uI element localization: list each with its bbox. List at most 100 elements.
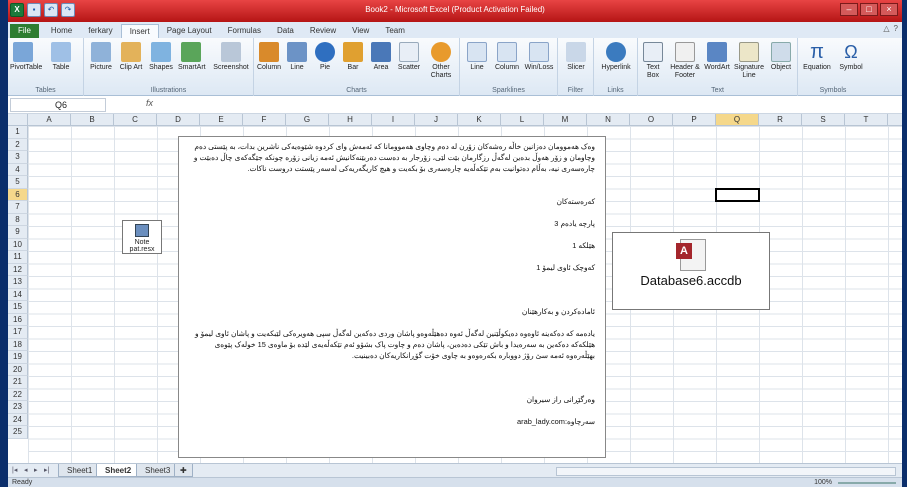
row-header[interactable]: 21	[8, 376, 28, 389]
zoom-slider[interactable]	[838, 482, 896, 484]
area-chart-button[interactable]: Area	[368, 42, 394, 72]
column-header[interactable]: B	[71, 114, 114, 126]
column-header[interactable]: E	[200, 114, 243, 126]
smartart-button[interactable]: SmartArt	[178, 42, 206, 72]
first-sheet-icon[interactable]: |◂	[12, 466, 17, 474]
pivottable-button[interactable]: PivotTable	[10, 42, 42, 72]
insert-sheet-icon[interactable]: ✚	[174, 464, 193, 477]
row-header[interactable]: 8	[8, 213, 28, 226]
column-header[interactable]: H	[329, 114, 372, 126]
column-header[interactable]: C	[114, 114, 157, 126]
last-sheet-icon[interactable]: ▸|	[44, 466, 49, 474]
prev-sheet-icon[interactable]: ◂	[24, 466, 28, 474]
tab-sheet2[interactable]: Sheet2	[96, 464, 141, 477]
row-header[interactable]: 10	[8, 238, 28, 251]
line-chart-button[interactable]: Line	[284, 42, 310, 72]
next-sheet-icon[interactable]: ▸	[34, 466, 38, 474]
row-header[interactable]: 11	[8, 251, 28, 264]
row-header[interactable]: 18	[8, 338, 28, 351]
column-header[interactable]: T	[845, 114, 888, 126]
column-header[interactable]: O	[630, 114, 673, 126]
column-header[interactable]: M	[544, 114, 587, 126]
column-header[interactable]: Q	[716, 114, 759, 126]
row-header[interactable]: 17	[8, 326, 28, 339]
maximize-icon[interactable]: □	[860, 3, 878, 16]
scatter-chart-button[interactable]: Scatter	[396, 42, 422, 72]
textbox-button[interactable]: Text Box	[640, 42, 666, 80]
embedded-file-note[interactable]: Note pat.resx	[122, 220, 162, 254]
minimize-ribbon-icon[interactable]: △	[883, 24, 889, 33]
column-header[interactable]: K	[458, 114, 501, 126]
row-header[interactable]: 13	[8, 276, 28, 289]
header-footer-button[interactable]: Header & Footer	[668, 42, 702, 80]
slicer-button[interactable]: Slicer	[563, 42, 589, 72]
clipart-button[interactable]: Clip Art	[118, 42, 144, 72]
sparkline-line-button[interactable]: Line	[464, 42, 490, 72]
row-header[interactable]: 4	[8, 163, 28, 176]
row-header[interactable]: 14	[8, 288, 28, 301]
row-header[interactable]: 5	[8, 176, 28, 189]
winloss-button[interactable]: Win/Loss	[524, 42, 554, 72]
tab-formulas[interactable]: Formulas	[220, 24, 269, 38]
other-charts-button[interactable]: Other Charts	[426, 42, 456, 80]
column-header[interactable]: A	[28, 114, 71, 126]
sparkline-column-button[interactable]: Column	[494, 42, 520, 72]
row-header[interactable]: 15	[8, 301, 28, 314]
row-header[interactable]: 24	[8, 413, 28, 426]
row-header[interactable]: 3	[8, 151, 28, 164]
zoom-level[interactable]: 100%	[814, 478, 832, 487]
tab-data[interactable]: Data	[269, 24, 302, 38]
minimize-icon[interactable]: –	[840, 3, 858, 16]
tab-home[interactable]: Home	[43, 24, 80, 38]
tab-sheet3[interactable]: Sheet3	[136, 464, 180, 477]
column-header[interactable]: R	[759, 114, 802, 126]
row-header[interactable]: 12	[8, 263, 28, 276]
name-box[interactable]: Q6	[10, 98, 106, 112]
equation-button[interactable]: π Equation	[800, 42, 834, 72]
column-header[interactable]: S	[802, 114, 845, 126]
row-header[interactable]: 7	[8, 201, 28, 214]
row-header[interactable]: 19	[8, 351, 28, 364]
row-header[interactable]: 23	[8, 401, 28, 414]
bar-chart-button[interactable]: Bar	[340, 42, 366, 72]
shapes-button[interactable]: Shapes	[148, 42, 174, 72]
tab-ferkary[interactable]: ferkary	[80, 24, 120, 38]
close-icon[interactable]: ×	[880, 3, 898, 16]
tab-review[interactable]: Review	[302, 24, 344, 38]
column-header[interactable]: N	[587, 114, 630, 126]
embedded-file-database[interactable]: A Database6.accdb	[612, 232, 770, 310]
column-header[interactable]: P	[673, 114, 716, 126]
wordart-button[interactable]: WordArt	[704, 42, 730, 72]
row-header[interactable]: 25	[8, 426, 28, 439]
column-header[interactable]: F	[243, 114, 286, 126]
column-header[interactable]: D	[157, 114, 200, 126]
column-header[interactable]: U	[888, 114, 902, 126]
tab-sheet1[interactable]: Sheet1	[58, 464, 102, 477]
row-header[interactable]: 16	[8, 313, 28, 326]
table-button[interactable]: Table	[48, 42, 74, 72]
column-header[interactable]: I	[372, 114, 415, 126]
help-icon[interactable]: ?	[894, 24, 898, 33]
row-header[interactable]: 9	[8, 226, 28, 239]
select-all-corner[interactable]	[8, 114, 28, 126]
column-header[interactable]: J	[415, 114, 458, 126]
screenshot-button[interactable]: Screenshot	[212, 42, 250, 72]
pie-chart-button[interactable]: Pie	[312, 42, 338, 72]
picture-button[interactable]: Picture	[88, 42, 114, 72]
selected-cell-q6[interactable]	[715, 187, 760, 202]
row-header[interactable]: 1	[8, 126, 28, 139]
row-header[interactable]: 6	[8, 188, 28, 201]
fx-icon[interactable]: fx	[146, 98, 153, 108]
horizontal-scrollbar[interactable]	[556, 467, 896, 476]
embedded-document[interactable]: وەک هەموومان دەزانین خاڵە رەشەکان زۆرن ل…	[178, 136, 606, 458]
tab-insert[interactable]: Insert	[120, 24, 159, 38]
tab-file[interactable]: File	[10, 24, 39, 38]
row-header[interactable]: 2	[8, 138, 28, 151]
column-chart-button[interactable]: Column	[256, 42, 282, 72]
signature-line-button[interactable]: Signature Line	[732, 42, 766, 80]
column-header[interactable]: L	[501, 114, 544, 126]
column-header[interactable]: G	[286, 114, 329, 126]
tab-view[interactable]: View	[344, 24, 377, 38]
row-header[interactable]: 22	[8, 388, 28, 401]
object-button[interactable]: Object	[768, 42, 794, 72]
